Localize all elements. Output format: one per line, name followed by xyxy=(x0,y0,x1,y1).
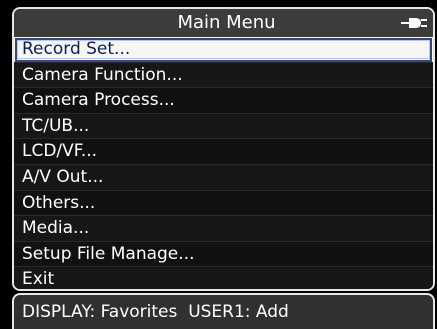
menu-item-label: Exit xyxy=(22,269,55,290)
menu-item-label: Setup File Manage... xyxy=(22,243,195,264)
user1-add-hint: USER1: Add xyxy=(188,302,289,322)
display-favorites-hint: DISPLAY: Favorites xyxy=(22,302,178,322)
menu-item-label: Camera Process... xyxy=(22,90,175,111)
menu-item-label: TC/UB... xyxy=(22,115,90,136)
dc-plug-icon xyxy=(401,18,427,28)
menu-item-record-set[interactable]: Record Set... xyxy=(14,37,433,63)
menu-item-exit[interactable]: Exit xyxy=(14,267,433,290)
menu-item-lcd-vf[interactable]: LCD/VF... xyxy=(14,139,433,165)
menu-item-label: A/V Out... xyxy=(22,166,104,187)
button-hint-bar: DISPLAY: Favorites USER1: Add xyxy=(12,293,435,329)
menu-item-label: Record Set... xyxy=(22,39,131,59)
menu-list: Record Set... Camera Function... Camera … xyxy=(14,37,433,290)
menu-title-bar: Main Menu xyxy=(14,9,433,37)
menu-item-media[interactable]: Media... xyxy=(14,216,433,242)
main-menu-panel: Main Menu Record Set... Camera Function.… xyxy=(12,7,435,291)
menu-item-setup-file-manage[interactable]: Setup File Manage... xyxy=(14,241,433,268)
menu-item-others[interactable]: Others... xyxy=(14,190,433,217)
menu-title: Main Menu xyxy=(177,12,276,33)
menu-item-label: Camera Function... xyxy=(22,64,183,85)
menu-item-label: LCD/VF... xyxy=(22,141,98,162)
menu-item-tc-ub[interactable]: TC/UB... xyxy=(14,113,433,140)
menu-item-camera-process[interactable]: Camera Process... xyxy=(14,88,433,114)
menu-item-camera-function[interactable]: Camera Function... xyxy=(14,62,433,89)
menu-item-label: Others... xyxy=(22,192,96,213)
menu-item-label: Media... xyxy=(22,218,90,239)
menu-item-av-out[interactable]: A/V Out... xyxy=(14,164,433,191)
